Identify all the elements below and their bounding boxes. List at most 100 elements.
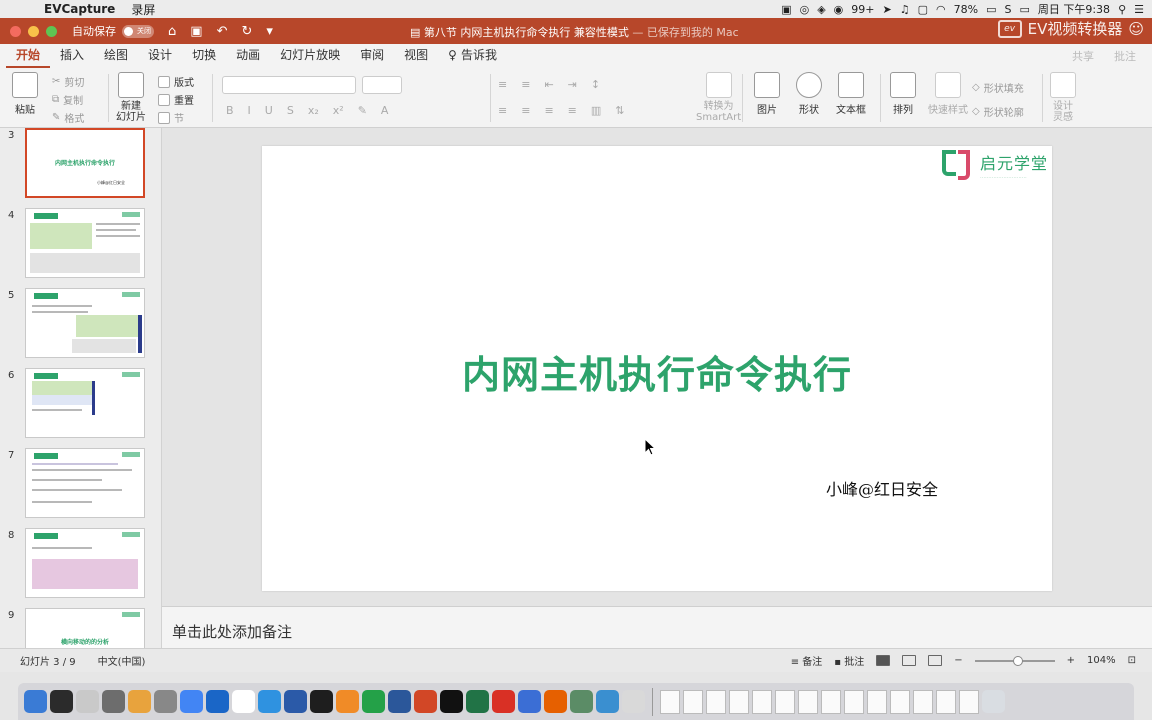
save-icon[interactable]: ▣ — [190, 24, 202, 39]
line-spacing-icon[interactable]: ↕ — [591, 78, 600, 91]
zoom-level[interactable]: 104% — [1087, 655, 1116, 666]
zoom-slider[interactable] — [974, 655, 1055, 666]
clock[interactable]: 周日 下午9:38 — [1038, 1, 1110, 17]
minimize-window-button[interactable] — [28, 25, 39, 37]
shape-fill-button[interactable]: ◇ 形状填充 — [972, 80, 1024, 95]
screenshot-icon[interactable]: S — [1004, 3, 1011, 16]
fit-slide-icon[interactable]: ⊡ — [1128, 655, 1136, 666]
tab-home[interactable]: 开始 — [6, 46, 51, 68]
dock-app-icon[interactable] — [128, 690, 151, 713]
font-name-select[interactable] — [222, 76, 356, 94]
slide-thumbnail-3[interactable]: 3 内网主机执行命令执行 小峰@红日安全 — [0, 128, 161, 208]
picture-button[interactable]: 图片 — [754, 72, 780, 116]
menu-item-record[interactable]: 录屏 — [123, 1, 163, 18]
dock-file-icon[interactable] — [706, 689, 726, 714]
superscript-icon[interactable]: x² — [333, 104, 344, 117]
design-ideas-button[interactable]: 设计 灵感 — [1050, 72, 1076, 123]
underline-icon[interactable]: U — [265, 104, 273, 117]
home-icon[interactable]: ⌂ — [168, 24, 176, 39]
redo-icon[interactable]: ↻ — [241, 24, 252, 39]
copy-button[interactable]: ⧉ 复制 — [52, 92, 83, 107]
dock-file-icon[interactable] — [867, 689, 887, 714]
slide-title[interactable]: 内网主机执行命令执行 — [262, 344, 1052, 399]
italic-icon[interactable]: I — [248, 104, 251, 117]
spotlight-icon[interactable]: ⚲ — [1118, 3, 1126, 16]
dock-file-icon[interactable] — [775, 689, 795, 714]
slide-editor-canvas[interactable]: 启元学堂 ‥‥‥‥‥‥‥‥‥‥‥‥‥‥ 内网主机执行命令执行 小峰@红日安全 — [162, 128, 1152, 606]
reset-button[interactable]: 重置 — [158, 92, 194, 107]
dock-app-icon[interactable] — [414, 690, 437, 713]
slide-thumbnails-panel[interactable]: 3 内网主机执行命令执行 小峰@红日安全 4 5 6 7 8 9 横向移动的的分… — [0, 128, 162, 648]
dock-file-icon[interactable] — [844, 689, 864, 714]
dock-app-icon[interactable] — [180, 690, 203, 713]
subscript-icon[interactable]: x₂ — [308, 104, 319, 117]
dock-app-icon[interactable] — [206, 690, 229, 713]
comments-button[interactable]: 批注 — [1114, 48, 1136, 64]
tab-animations[interactable]: 动画 — [226, 46, 270, 68]
tab-slideshow[interactable]: 幻灯片放映 — [270, 46, 350, 68]
quick-styles-button[interactable]: 快速样式 — [928, 72, 968, 116]
undo-icon[interactable]: ↶ — [217, 24, 228, 39]
wifi-icon[interactable]: ◠ — [936, 3, 946, 16]
dock-app-icon[interactable] — [232, 690, 255, 713]
trash-icon[interactable] — [982, 690, 1005, 713]
strikethrough-icon[interactable]: S — [287, 104, 294, 117]
notes-pane[interactable]: 单击此处添加备注 — [162, 606, 1152, 648]
convert-smartart-button[interactable]: 转换为 SmartArt — [696, 72, 741, 123]
textbox-button[interactable]: 文本框 — [836, 72, 866, 116]
paste-button[interactable]: 粘贴 — [12, 72, 38, 116]
dock-app-icon[interactable] — [466, 690, 489, 713]
cut-button[interactable]: ✂ 剪切 — [52, 74, 84, 89]
bullets-icon[interactable]: ≡ — [498, 78, 507, 91]
battery-icon[interactable]: ▭ — [986, 3, 996, 16]
normal-view-button[interactable] — [876, 655, 891, 666]
dock-app-icon[interactable] — [154, 690, 177, 713]
dock-app-icon[interactable] — [388, 690, 411, 713]
camera-icon[interactable]: ▢ — [918, 3, 928, 16]
dock-file-icon[interactable] — [752, 689, 772, 714]
tab-transitions[interactable]: 切换 — [182, 46, 226, 68]
tab-draw[interactable]: 绘图 — [94, 46, 138, 68]
font-size-select[interactable] — [362, 76, 402, 94]
dock-app-icon[interactable] — [310, 690, 333, 713]
bell-icon[interactable]: ♫ — [900, 3, 910, 16]
dock-app-icon[interactable] — [50, 690, 73, 713]
menu-app-name[interactable]: EVCapture — [36, 2, 123, 16]
send-icon[interactable]: ➤ — [883, 3, 892, 16]
tab-view[interactable]: 视图 — [394, 46, 438, 68]
status-icon[interactable]: ◎ — [800, 3, 810, 16]
tab-review[interactable]: 审阅 — [350, 46, 394, 68]
share-button[interactable]: 共享 — [1072, 48, 1094, 64]
zoom-slider-knob[interactable] — [1012, 655, 1023, 666]
dock-file-icon[interactable] — [821, 689, 841, 714]
slide-thumbnail-6[interactable]: 6 — [0, 368, 161, 448]
font-color-icon[interactable]: A — [381, 104, 389, 117]
increase-indent-icon[interactable]: ⇥ — [568, 78, 577, 91]
tell-me-search[interactable]: ♀ 告诉我 — [438, 46, 507, 68]
dock-app-icon[interactable] — [258, 690, 281, 713]
layout-button[interactable]: 版式 — [158, 74, 194, 89]
slide-author[interactable]: 小峰@红日安全 — [826, 476, 938, 500]
slide-thumbnail-7[interactable]: 7 — [0, 448, 161, 528]
dock-app-icon[interactable] — [596, 690, 619, 713]
format-painter-button[interactable]: ✎ 格式 — [52, 110, 84, 125]
shape-button[interactable]: 形状 — [796, 72, 822, 116]
dock-file-icon[interactable] — [729, 689, 749, 714]
status-icon[interactable]: ◈ — [817, 3, 825, 16]
dock-file-icon[interactable] — [959, 689, 979, 714]
slide-thumbnail-8[interactable]: 8 — [0, 528, 161, 608]
slide-sorter-button[interactable] — [902, 655, 917, 666]
qq-icon[interactable]: ◉ — [834, 3, 844, 16]
dock-file-icon[interactable] — [890, 689, 910, 714]
current-slide[interactable]: 启元学堂 ‥‥‥‥‥‥‥‥‥‥‥‥‥‥ 内网主机执行命令执行 小峰@红日安全 — [262, 146, 1052, 591]
zoom-in-button[interactable]: + — [1067, 655, 1075, 666]
dock-file-icon[interactable] — [660, 689, 680, 714]
dock-file-icon[interactable] — [936, 689, 956, 714]
new-slide-button[interactable]: 新建 幻灯片 — [116, 72, 146, 123]
tab-design[interactable]: 设计 — [138, 46, 182, 68]
display-icon[interactable]: ▭ — [1019, 3, 1029, 16]
dock-app-icon[interactable] — [492, 690, 515, 713]
columns-icon[interactable]: ▥ — [591, 104, 601, 117]
maximize-window-button[interactable] — [46, 25, 57, 37]
align-center-icon[interactable]: ≡ — [521, 104, 530, 117]
